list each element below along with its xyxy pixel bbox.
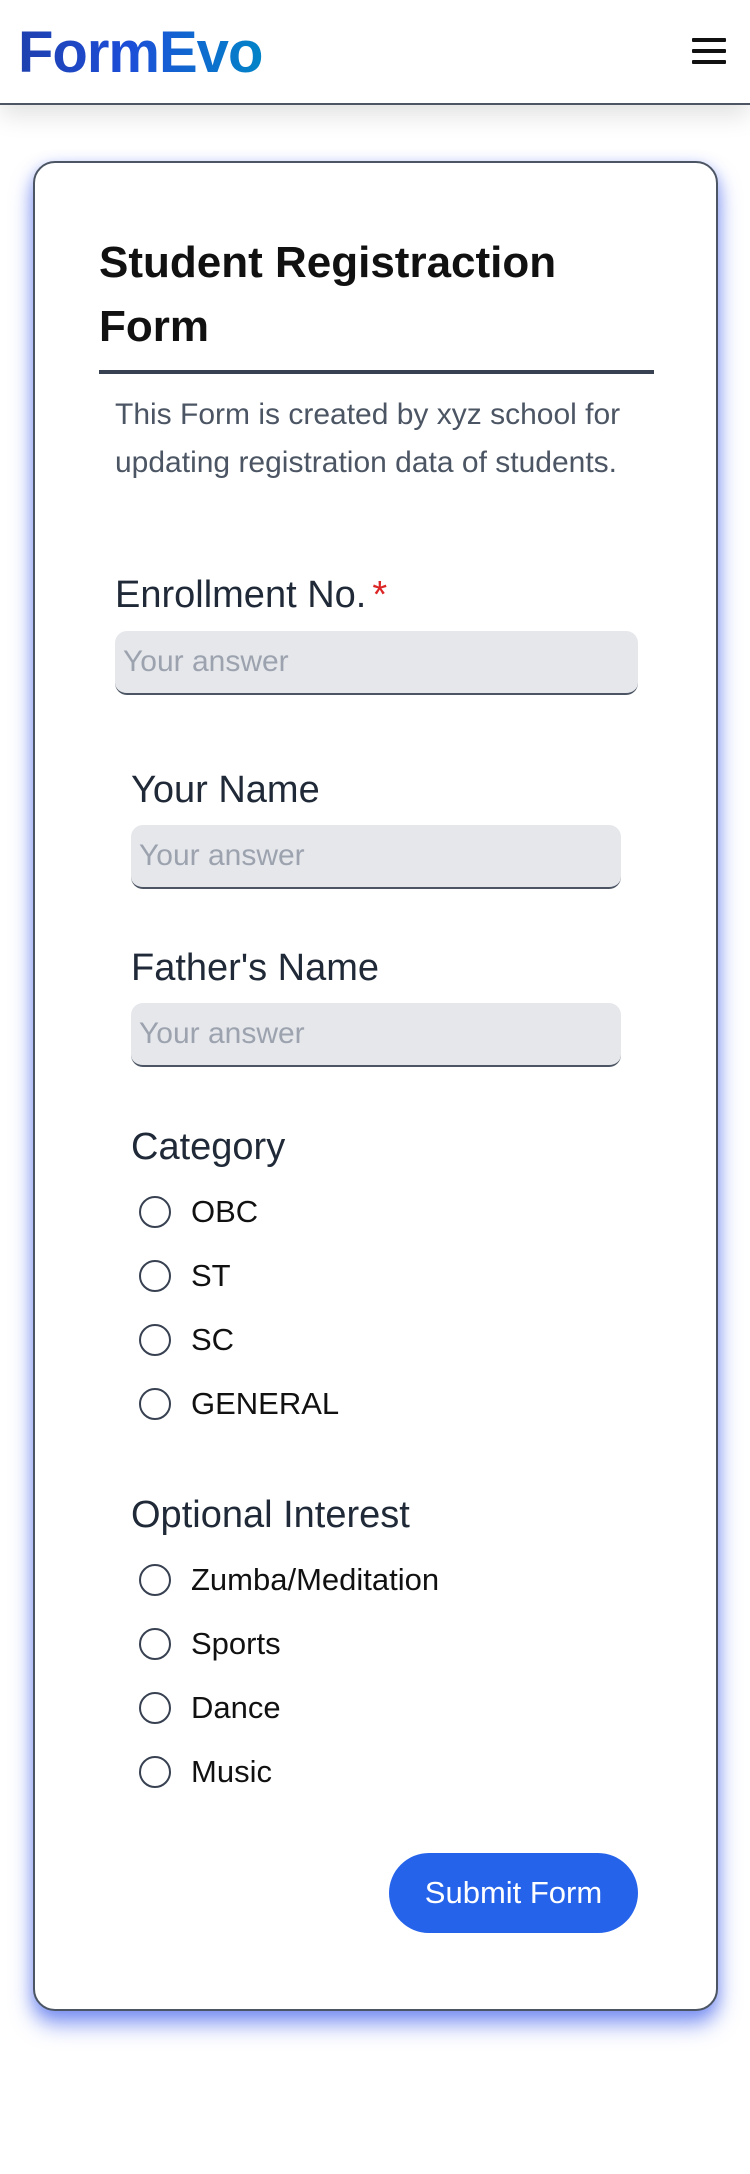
category-option-general[interactable]: GENERAL bbox=[135, 1380, 339, 1428]
form-title: Student Registraction Form bbox=[99, 238, 557, 351]
your-name-label: Your Name bbox=[131, 769, 320, 811]
menu-line bbox=[692, 49, 726, 53]
category-option-obc[interactable]: OBC bbox=[135, 1188, 258, 1236]
interest-option-sports[interactable]: Sports bbox=[135, 1620, 281, 1668]
enrollment-label: Enrollment No. * bbox=[115, 571, 387, 619]
category-option-label: GENERAL bbox=[191, 1386, 340, 1421]
form-description: This Form is created by xyz school for u… bbox=[115, 398, 621, 479]
top-navbar: FormEvo bbox=[0, 0, 750, 105]
interest-option-label: Music bbox=[191, 1754, 272, 1789]
formevo-logo[interactable]: FormEvo bbox=[18, 18, 263, 88]
enrollment-input[interactable] bbox=[115, 631, 638, 695]
radio-button[interactable] bbox=[139, 1628, 171, 1660]
category-option-label: OBC bbox=[191, 1194, 259, 1229]
optional-interest-label: Optional Interest bbox=[131, 1494, 410, 1536]
menu-line bbox=[692, 60, 726, 64]
title-divider bbox=[99, 370, 654, 374]
interest-option-zumba-meditation[interactable]: Zumba/Meditation bbox=[135, 1556, 439, 1604]
category-option-label: SC bbox=[191, 1322, 235, 1357]
interest-option-label: Sports bbox=[191, 1626, 281, 1661]
your-name-input[interactable] bbox=[131, 825, 621, 889]
fathers-name-input[interactable] bbox=[131, 1003, 621, 1067]
radio-button[interactable] bbox=[139, 1324, 171, 1356]
radio-button[interactable] bbox=[139, 1388, 171, 1420]
category-option-st[interactable]: ST bbox=[135, 1252, 231, 1300]
category-option-label: ST bbox=[191, 1258, 231, 1293]
fathers-name-label: Father's Name bbox=[131, 947, 380, 989]
radio-button[interactable] bbox=[139, 1756, 171, 1788]
radio-button[interactable] bbox=[139, 1564, 171, 1596]
category-label: Category bbox=[131, 1126, 286, 1168]
interest-option-label: Dance bbox=[191, 1690, 281, 1725]
submit-form-button[interactable]: Submit Form bbox=[389, 1853, 638, 1933]
interest-option-label: Zumba/Meditation bbox=[191, 1562, 440, 1597]
required-asterisk: * bbox=[372, 574, 388, 616]
radio-button[interactable] bbox=[139, 1260, 171, 1292]
menu-line bbox=[692, 38, 726, 42]
radio-button[interactable] bbox=[139, 1196, 171, 1228]
interest-option-music[interactable]: Music bbox=[135, 1748, 272, 1796]
radio-button[interactable] bbox=[139, 1692, 171, 1724]
interest-option-dance[interactable]: Dance bbox=[135, 1684, 281, 1732]
hamburger-menu-icon[interactable] bbox=[690, 36, 728, 66]
category-option-sc[interactable]: SC bbox=[135, 1316, 234, 1364]
enrollment-label-text: Enrollment No. bbox=[115, 574, 367, 616]
registration-form-card: Student Registraction Form This Form is … bbox=[33, 161, 718, 2011]
